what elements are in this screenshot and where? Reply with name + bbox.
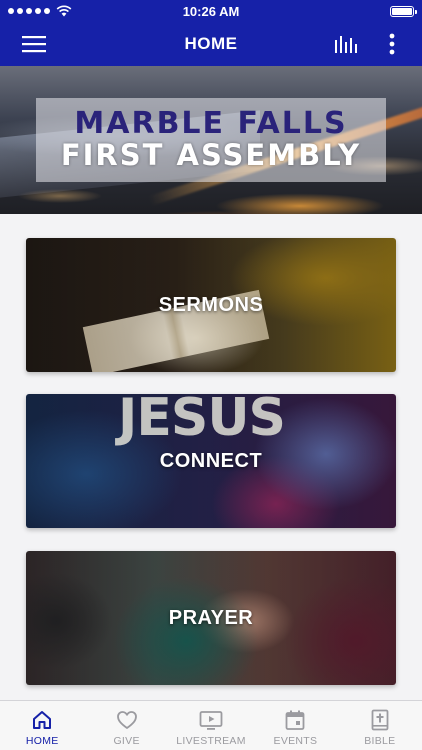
church-name-logo: MARBLE FALLS FIRST ASSEMBLY — [36, 98, 386, 182]
hero-banner: MARBLE FALLS FIRST ASSEMBLY — [0, 66, 422, 214]
jesus-background-text: JESUS — [118, 394, 286, 448]
hamburger-menu-icon[interactable] — [20, 30, 48, 58]
app-bar: HOME — [0, 22, 422, 66]
tab-events-label: EVENTS — [273, 735, 318, 747]
tab-give[interactable]: GIVE — [84, 701, 168, 750]
tab-bible-label: BIBLE — [364, 735, 396, 747]
home-content: SERMONS JESUS CONNECT PRAYER — [0, 214, 422, 700]
connect-card-label: CONNECT — [159, 449, 263, 472]
bottom-tab-bar: HOME GIVE LIVESTREAM EVENTS BIBLE — [0, 700, 422, 750]
prayer-card[interactable]: PRAYER — [26, 551, 396, 685]
vertical-dots-icon[interactable] — [378, 30, 406, 58]
calendar-icon — [286, 710, 305, 730]
tab-give-label: GIVE — [113, 735, 140, 747]
battery-icon — [390, 5, 417, 17]
tab-home-label: HOME — [25, 735, 59, 747]
tab-livestream[interactable]: LIVESTREAM — [169, 701, 253, 750]
prayer-card-label: PRAYER — [168, 606, 254, 629]
signal-strength-icon — [8, 8, 50, 14]
wifi-icon — [56, 5, 72, 17]
bible-cross-icon — [371, 709, 389, 731]
tab-livestream-label: LIVESTREAM — [176, 735, 246, 747]
audio-bars-icon[interactable] — [332, 30, 360, 58]
tab-home[interactable]: HOME — [0, 701, 84, 750]
church-name-line1: MARBLE FALLS — [74, 106, 348, 142]
sermons-card-label: SERMONS — [158, 293, 264, 316]
status-bar: 10:26 AM — [0, 0, 422, 22]
app-bar-actions — [332, 30, 406, 58]
sermons-card[interactable]: SERMONS — [26, 238, 396, 372]
status-left — [8, 5, 72, 17]
home-icon — [33, 711, 52, 729]
video-play-icon — [199, 711, 223, 730]
tab-events[interactable]: EVENTS — [253, 701, 337, 750]
battery-fill — [392, 7, 412, 15]
church-name-line2: FIRST ASSEMBLY — [60, 137, 362, 172]
connect-card[interactable]: JESUS CONNECT — [26, 394, 396, 528]
tab-bible[interactable]: BIBLE — [338, 701, 422, 750]
heart-icon — [116, 711, 137, 729]
